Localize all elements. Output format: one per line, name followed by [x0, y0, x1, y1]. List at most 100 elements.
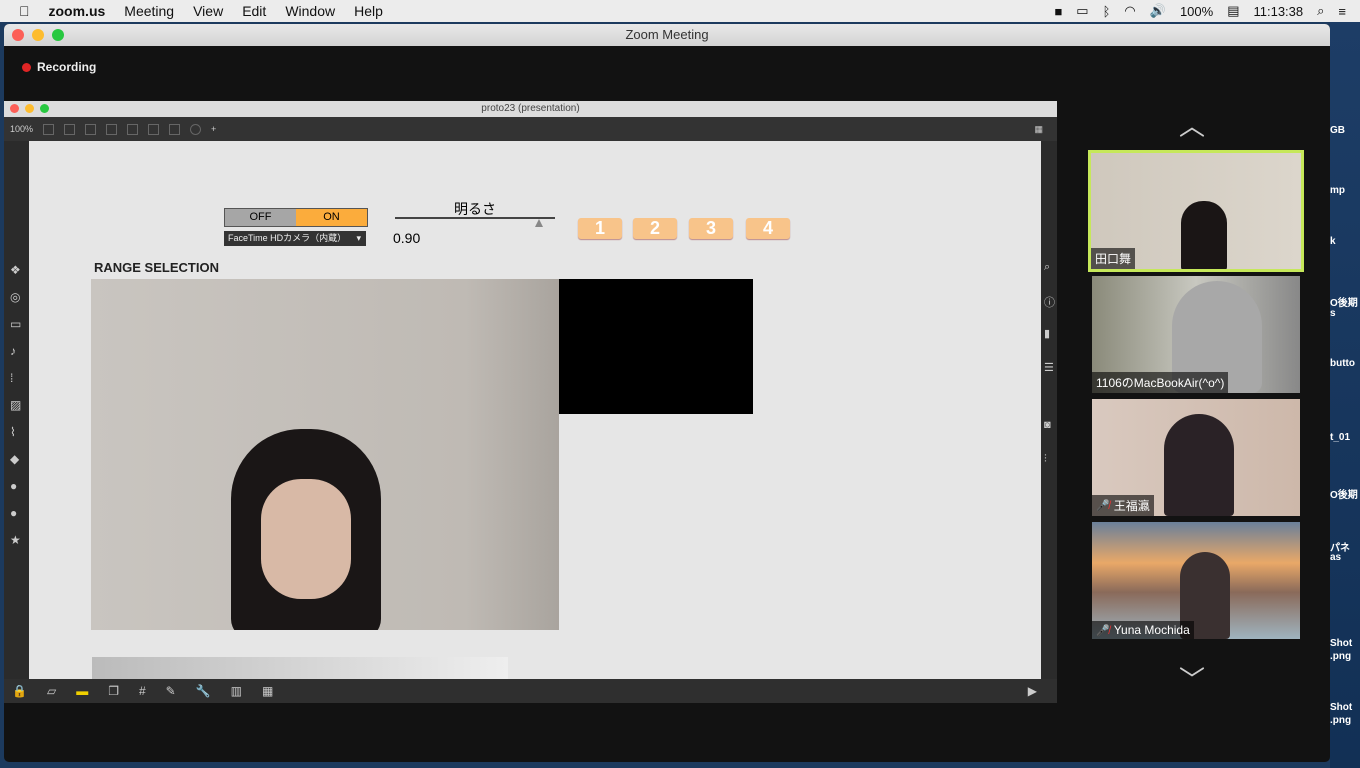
max-window-title: proto23 (presentation)	[481, 103, 580, 114]
desktop-label: t_01	[1330, 432, 1351, 443]
comment-icon[interactable]: ▬	[76, 684, 88, 698]
participant-tile[interactable]: 1106のMacBookAir(^o^)	[1092, 276, 1300, 393]
zoom-button[interactable]	[52, 29, 64, 41]
menu-window[interactable]: Window	[285, 3, 335, 19]
lock-icon[interactable]: 🔒	[12, 684, 27, 698]
dropdown-arrow-icon: ▾	[356, 233, 361, 243]
scroll-up-icon[interactable]: ︿	[1179, 106, 1205, 143]
preset-button-4[interactable]: 4	[746, 218, 790, 239]
wrench-icon[interactable]: 🔧	[196, 684, 211, 698]
off-button[interactable]: OFF	[225, 209, 296, 226]
max-minimize-button[interactable]	[25, 104, 34, 113]
battery-status[interactable]: 100%	[1180, 4, 1213, 19]
participant-tile-active[interactable]: 田口舞	[1088, 150, 1304, 272]
desktop-label: as	[1330, 552, 1342, 563]
on-button[interactable]: ON	[296, 209, 367, 226]
menu-help[interactable]: Help	[354, 3, 383, 19]
wifi-icon[interactable]: ◠	[1124, 3, 1135, 19]
menu-meeting[interactable]: Meeting	[124, 3, 174, 19]
toolbar-slider-icon[interactable]	[169, 123, 181, 135]
desktop-label: Shot	[1330, 638, 1353, 649]
preset-button-3[interactable]: 3	[689, 218, 733, 239]
clock[interactable]: 11:13:38	[1253, 4, 1303, 19]
a-icon[interactable]: ●	[10, 506, 17, 520]
toolbar-presentation-icon[interactable]: ▦	[1034, 124, 1043, 135]
dots-icon[interactable]: ⁞	[10, 371, 13, 385]
presentation-mode-icon[interactable]: ▱	[47, 684, 56, 698]
search-icon[interactable]: ⌕	[1317, 3, 1324, 19]
debug-icon[interactable]: ✎	[166, 684, 176, 698]
toolbar-button-icon[interactable]	[127, 123, 139, 135]
menu-app[interactable]: zoom.us	[49, 3, 106, 19]
menu-view[interactable]: View	[193, 3, 223, 19]
recording-indicator[interactable]: Recording	[22, 60, 96, 74]
zoom-meeting-window: Zoom Meeting Recording proto23 (presenta…	[4, 24, 1330, 762]
list-icon[interactable]: ☰	[1044, 361, 1054, 374]
keyboard-icon[interactable]: ▦	[262, 684, 273, 698]
participant-tile[interactable]: 🎤̸ 王福瀛	[1092, 399, 1300, 516]
brightness-label: 明るさ	[454, 201, 496, 217]
desktop-label: GB	[1330, 125, 1345, 136]
preset-button-2[interactable]: 2	[633, 218, 677, 239]
toolbar-dial-icon[interactable]	[190, 123, 202, 135]
camera-select[interactable]: FaceTime HDカメラ（内蔵） ▾	[224, 231, 366, 246]
music-icon[interactable]: ♪	[10, 344, 16, 358]
star-icon[interactable]: ★	[10, 533, 21, 547]
participant-tile[interactable]: 🎤̸ Yuna Mochida	[1092, 522, 1300, 639]
toolbar-comment-icon[interactable]	[85, 123, 97, 135]
toolbar-object-icon[interactable]	[43, 123, 55, 135]
participant-name: 🎤̸ 王福瀛	[1092, 495, 1154, 516]
menu-bar:  zoom.us Meeting View Edit Window Help …	[0, 0, 1360, 22]
left-sidebar: ❖ ◎ ▭ ♪ ⁞ ▨ ⌇ ◆ ● ● ★	[4, 141, 29, 679]
target-icon[interactable]: ◎	[10, 290, 20, 304]
second-preview	[92, 657, 508, 679]
desktop-label: s	[1330, 308, 1336, 319]
preset-button-1[interactable]: 1	[578, 218, 622, 239]
search-icon[interactable]: ⌕	[1044, 261, 1050, 274]
max-toolbar: 100% + ▦	[4, 117, 1057, 141]
zoom-level-dropdown[interactable]: 100%	[10, 124, 33, 134]
cube-icon[interactable]: ❖	[10, 263, 21, 277]
camera-icon[interactable]: ◙	[1044, 419, 1051, 431]
folder-icon[interactable]: ▭	[10, 317, 21, 331]
info-icon[interactable]: ⓘ	[1044, 294, 1055, 310]
camera-preview[interactable]	[91, 279, 559, 630]
toolbar-message-icon[interactable]	[64, 123, 76, 135]
max-patcher-window: proto23 (presentation) 100% + ▦ ❖ ◎ ▭ ♪ …	[4, 101, 1057, 703]
piano-icon[interactable]: ▥	[231, 684, 242, 698]
close-button[interactable]	[12, 29, 24, 41]
mixer-icon[interactable]: ⫶	[1044, 453, 1047, 466]
apple-icon[interactable]: 	[19, 3, 30, 19]
book-icon[interactable]: ▮	[1044, 327, 1050, 340]
toolbar-play-icon[interactable]	[148, 123, 160, 135]
airplay-icon[interactable]: ▭	[1076, 3, 1088, 19]
paperclip-icon[interactable]: ⌇	[10, 425, 16, 439]
image-icon[interactable]: ▨	[10, 398, 21, 412]
max-close-button[interactable]	[10, 104, 19, 113]
max-bottom-toolbar: 🔒 ▱ ▬ ❐ # ✎ 🔧 ▥ ▦ ▶	[4, 679, 1057, 703]
scroll-down-icon[interactable]: ﹀	[1179, 660, 1205, 697]
flag-icon[interactable]: ▤	[1227, 3, 1239, 19]
camera-select-value: FaceTime HDカメラ（内蔵）	[228, 233, 347, 243]
toolbar-toggle-icon[interactable]	[106, 123, 118, 135]
max-zoom-button[interactable]	[40, 104, 49, 113]
play-icon[interactable]: ▶	[1028, 684, 1037, 698]
windows-icon[interactable]: ❐	[108, 684, 119, 698]
volume-icon[interactable]: 🔊	[1150, 3, 1166, 19]
minimize-button[interactable]	[32, 29, 44, 41]
p-icon[interactable]: ●	[10, 479, 17, 493]
brightness-slider[interactable]	[395, 217, 555, 219]
participant-name: 田口舞	[1091, 248, 1136, 269]
grid-icon[interactable]: #	[139, 684, 146, 698]
toolbar-plus-icon[interactable]: +	[211, 124, 216, 134]
brightness-slider-thumb[interactable]	[535, 219, 543, 227]
range-selection-title: RANGE SELECTION	[94, 260, 219, 275]
list-icon[interactable]: ≡	[1338, 4, 1346, 19]
plugin-icon[interactable]: ◆	[10, 452, 19, 466]
zoom-title-bar: Zoom Meeting	[4, 24, 1330, 46]
zoom-status-icon[interactable]: ■	[1054, 4, 1062, 19]
bluetooth-icon[interactable]: ᛒ	[1103, 4, 1111, 19]
person-silhouette	[231, 429, 381, 630]
patcher-canvas[interactable]: OFF ON FaceTime HDカメラ（内蔵） ▾ 明るさ 0.90 1 2 …	[29, 141, 1041, 679]
menu-edit[interactable]: Edit	[242, 3, 266, 19]
